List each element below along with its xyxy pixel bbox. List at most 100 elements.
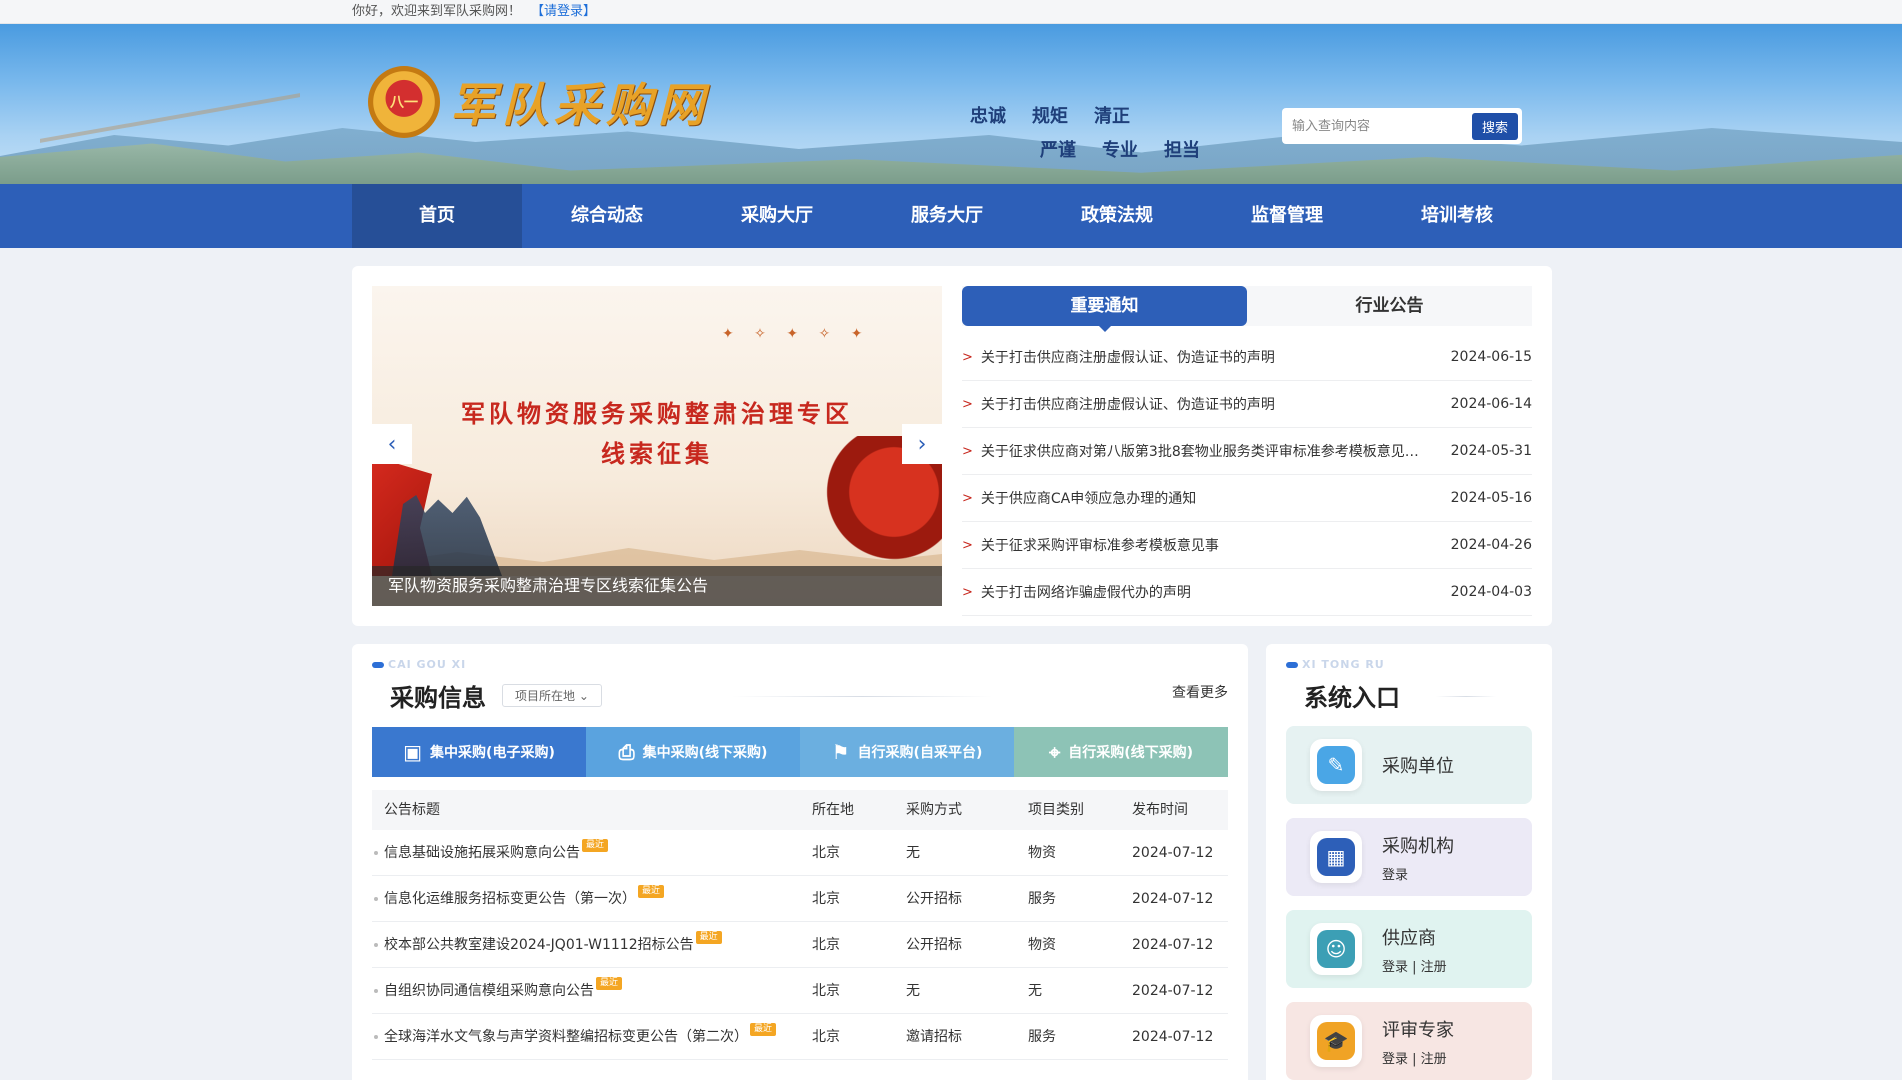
army-emblem-icon: 八一 [368,66,440,138]
nav-item-service-hall[interactable]: 服务大厅 [862,184,1032,248]
motto-word: 规矩 [1032,106,1068,127]
register-link[interactable]: 注册 [1421,960,1447,975]
motto-word: 担当 [1164,140,1200,161]
entry-review-expert[interactable]: 🎓 评审专家 登录 | 注册 [1286,1002,1532,1080]
table-row[interactable]: 校本部公共教室建设2024-JQ01-W1112招标公告 最近 北京 公开招标 物资 2… [372,922,1228,968]
motto-word: 专业 [1102,140,1138,161]
table-row[interactable]: 信息化运维服务招标变更公告（第一次） 最近 北京 公开招标 服务 2024-07-12 [372,876,1228,922]
section-title: 采购信息 [390,684,486,712]
tab-self-platform[interactable]: ⚑ 自行采购(自采平台) [800,727,1014,777]
login-link[interactable]: 登录 [1382,1052,1408,1067]
building-icon: ▣ [403,740,423,764]
entry-purchasing-unit[interactable]: ✎ 采购单位 [1286,726,1532,804]
notice-item[interactable]: > 关于打击供应商注册虚假认证、伪造证书的声明 2024-06-15 [962,334,1532,381]
welcome-text: 你好，欢迎来到军队采购网！ [352,4,522,19]
search-input[interactable] [1292,118,1472,134]
recent-badge: 最近 [750,1023,777,1036]
recent-badge: 最近 [638,885,665,898]
tab-central-electronic[interactable]: ▣ 集中采购(电子采购) [372,727,586,777]
chevron-right-icon: > [962,396,973,412]
chevron-right-icon: > [962,584,973,600]
site-title: 军队采购网 [450,78,710,132]
nav-item-news[interactable]: 综合动态 [522,184,692,248]
carousel-caption[interactable]: 军队物资服务采购整肃治理专区线索征集公告 [372,566,942,606]
motto-word: 严谨 [1040,140,1076,161]
entry-supplier[interactable]: ☺ 供应商 登录 | 注册 [1286,910,1532,988]
search-button[interactable]: 搜索 [1471,112,1518,140]
document-edit-icon: ✎ [1310,739,1362,791]
location-filter-dropdown[interactable]: 项目所在地 ⌄ [502,684,602,707]
procurement-header: CAI GOU XI 采购信息 项目所在地 ⌄ 查看更多 [372,658,1228,718]
recent-badge: 最近 [582,839,609,852]
recent-badge: 最近 [596,977,623,990]
tab-central-offline[interactable]: ⎙ 集中采购(线下采购) [586,727,800,777]
notice-item[interactable]: > 关于打击网络诈骗虚假代办的声明 2024-04-03 [962,569,1532,616]
runner-icon: ⚑ [831,740,850,764]
notice-tabs: 重要通知 行业公告 [962,286,1532,332]
table-header: 公告标题 所在地 采购方式 项目类别 发布时间 [372,790,1228,830]
chevron-right-icon: > [962,443,973,459]
section-english-label: XI TONG RU [1286,658,1532,671]
recent-badge: 最近 [695,931,722,944]
main-nav: 首页 综合动态 采购大厅 服务大厅 政策法规 监督管理 培训考核 [0,184,1902,248]
nav-item-policy[interactable]: 政策法规 [1032,184,1202,248]
header-banner: 八一 军队采购网 忠诚 规矩 清正 严谨 专业 担当 搜索 [0,24,1902,184]
notice-item[interactable]: > 关于征求采购评审标准参考模板意见事 2024-04-26 [962,522,1532,569]
notice-item[interactable]: > 关于打击供应商注册虚假认证、伪造证书的声明 2024-06-14 [962,381,1532,428]
site-logo[interactable]: 八一 军队采购网 [368,66,710,138]
login-link[interactable]: 登录 [1382,868,1408,883]
column-header: 公告标题 [384,802,440,818]
tab-self-offline[interactable]: ⌖ 自行采购(线下采购) [1014,727,1228,777]
motto-word: 清正 [1094,106,1130,127]
column-header: 所在地 [812,802,854,818]
procurement-info-card: CAI GOU XI 采购信息 项目所在地 ⌄ 查看更多 ▣ 集中采购(电子采购)… [352,644,1248,1080]
chevron-right-icon: > [962,349,973,365]
divider [732,696,992,697]
login-link[interactable]: 【请登录】 [531,4,596,19]
entry-procurement-agency[interactable]: ▦ 采购机构 登录 [1286,818,1532,896]
carousel-next-icon[interactable]: › [902,424,942,464]
location-pin-icon: ⌖ [1048,740,1061,764]
login-link[interactable]: 登录 [1382,960,1408,975]
nav-item-training[interactable]: 培训考核 [1372,184,1542,248]
procurement-tabs: ▣ 集中采购(电子采购) ⎙ 集中采购(线下采购) ⚑ 自行采购(自采平台) ⌖ 自行采… [372,727,1228,777]
divider [1436,696,1496,697]
procurement-table: 公告标题 所在地 采购方式 项目类别 发布时间 信息基础设施拓展采购意向公告 最近… [372,790,1228,1060]
building-icon: ▦ [1310,831,1362,883]
tab-important-notices[interactable]: 重要通知 [962,286,1247,332]
top-content-card: ✦ ✧ ✦ ✧ ✦ 军队物资服务采购整肃治理专区 线索征集 ‹ › 军队物资服务… [352,266,1552,626]
notice-panel: 重要通知 行业公告 > 关于打击供应商注册虚假认证、伪造证书的声明 2024-06-… [962,286,1532,616]
section-title: 系统入口 [1304,684,1400,712]
top-welcome-bar: 你好，欢迎来到军队采购网！ 【请登录】 [0,0,1902,24]
table-row[interactable]: 自组织协同通信模组采购意向公告 最近 北京无无 2024-07-12 [372,968,1228,1014]
carousel-prev-icon[interactable]: ‹ [372,424,412,464]
nav-item-supervision[interactable]: 监督管理 [1202,184,1372,248]
nav-item-home[interactable]: 首页 [352,184,522,248]
user-badge-icon: ☺ [1310,923,1362,975]
notice-list: > 关于打击供应商注册虚假认证、伪造证书的声明 2024-06-15 > 关于打击供应… [962,334,1532,616]
table-row[interactable]: 信息基础设施拓展采购意向公告 最近 北京无物资 2024-07-12 [372,830,1228,876]
graduation-cap-icon: 🎓 [1310,1015,1362,1067]
notice-item[interactable]: > 关于供应商CA申领应急办理的通知 2024-05-16 [962,475,1532,522]
column-header: 项目类别 [1028,802,1084,818]
tab-industry-announcements[interactable]: 行业公告 [1247,286,1532,326]
notice-item[interactable]: > 关于征求供应商对第八版第3批8套物业服务类评审标准参考模板意见的通知 2024-… [962,428,1532,475]
birds-graphic: ✦ ✧ ✦ ✧ ✦ [722,326,871,342]
nav-item-procurement-hall[interactable]: 采购大厅 [692,184,862,248]
system-entry-card: XI TONG RU 系统入口 ✎ 采购单位 ▦ 采购机构 登录 ☺ 供应商 登录 … [1266,644,1552,1080]
dot-icon [372,662,384,668]
table-row[interactable]: 全球海洋水文气象与声学资料整编招标变更公告（第二次） 最近 北京 邀请招标 服务 202… [372,1014,1228,1060]
motto-word: 忠诚 [970,106,1006,127]
system-header: XI TONG RU 系统入口 [1286,658,1532,718]
column-header: 发布时间 [1132,802,1188,818]
image-carousel[interactable]: ✦ ✧ ✦ ✧ ✦ 军队物资服务采购整肃治理专区 线索征集 ‹ › 军队物资服务… [372,286,942,606]
chevron-right-icon: > [962,537,973,553]
chevron-right-icon: > [962,490,973,506]
dot-icon [1286,662,1298,668]
motto: 忠诚 规矩 清正 严谨 专业 担当 [970,102,1200,170]
view-more-link[interactable]: 查看更多 [1172,682,1228,702]
search-box: 搜索 [1282,108,1522,144]
column-header: 采购方式 [906,802,962,818]
section-english-label: CAI GOU XI [372,658,1228,671]
register-link[interactable]: 注册 [1421,1052,1447,1067]
